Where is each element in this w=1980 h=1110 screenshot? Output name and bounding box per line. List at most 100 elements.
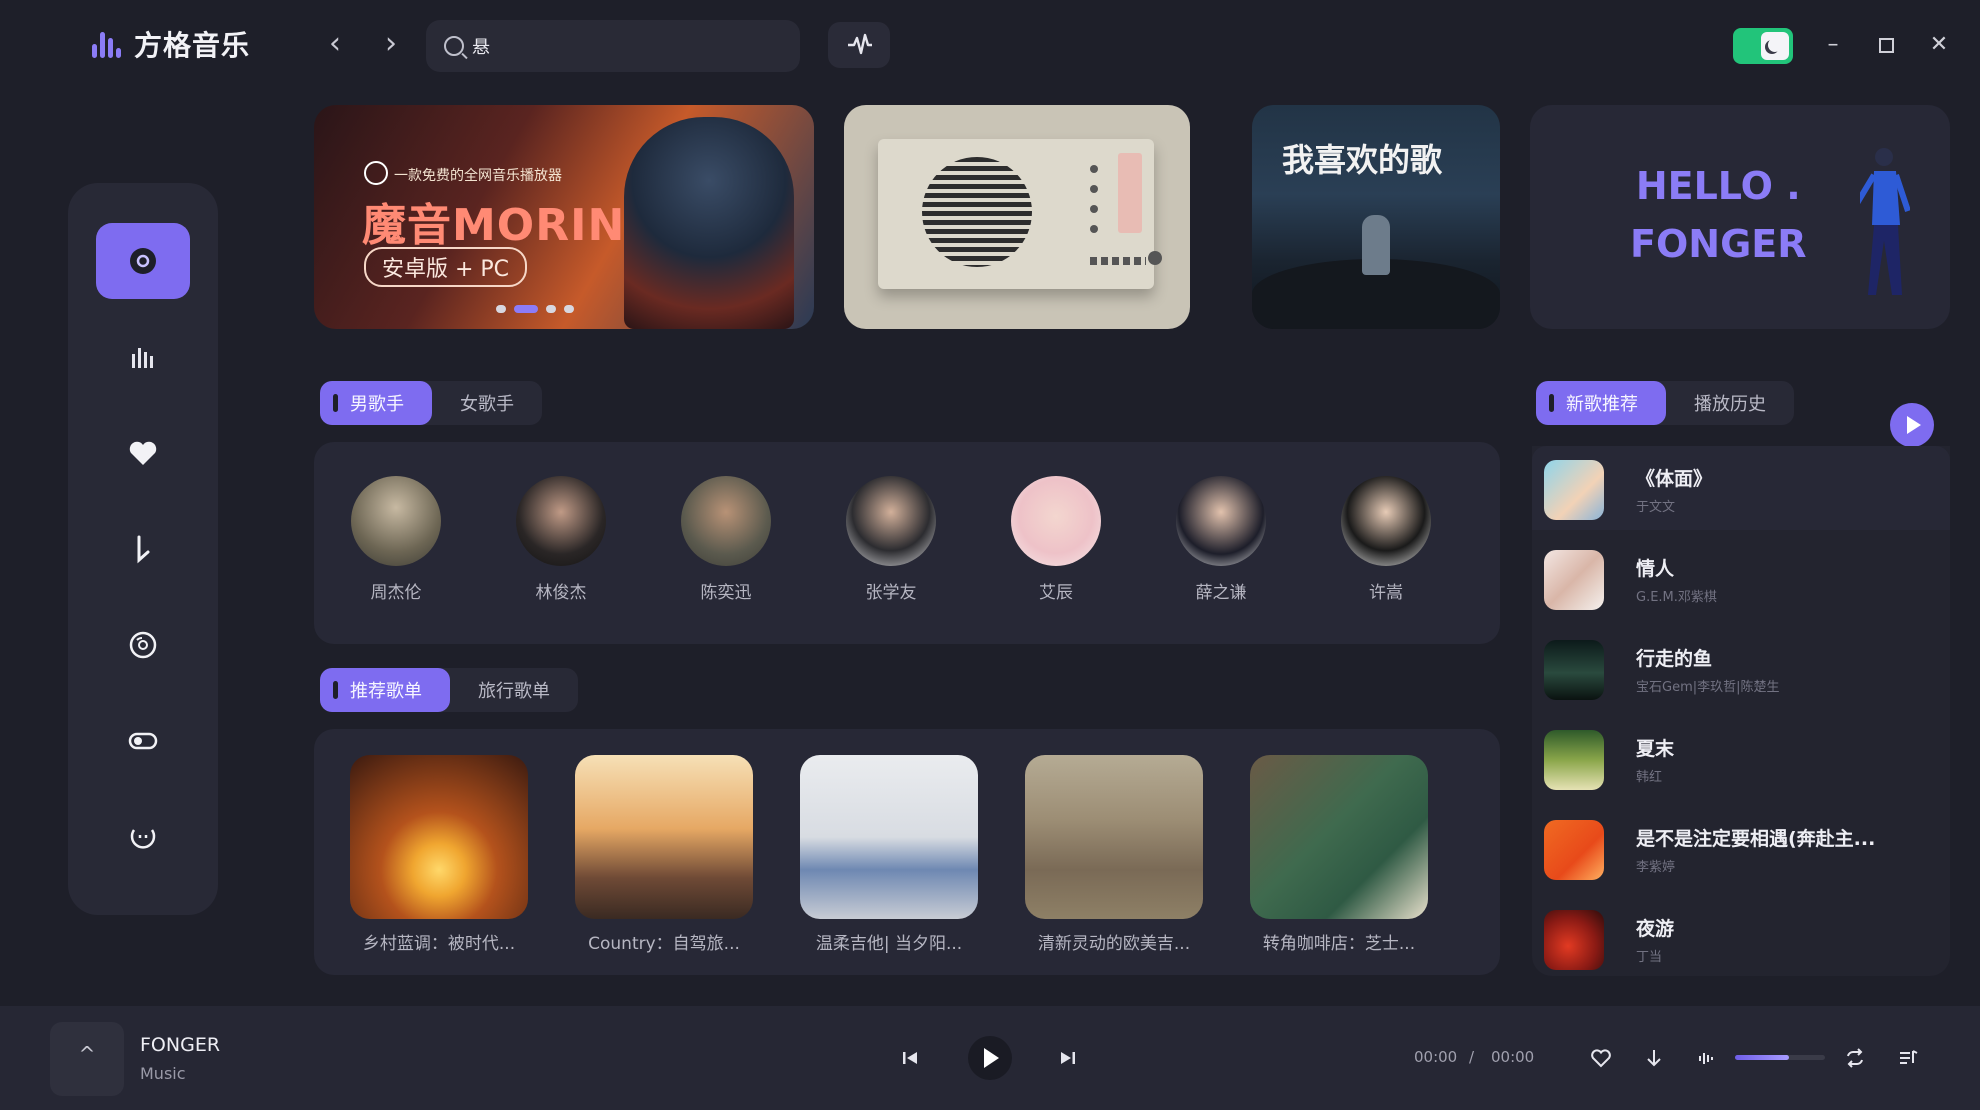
song-item[interactable]: 是不是注定要相遇(奔赴主... 李紫婷	[1532, 806, 1950, 890]
radio-image	[878, 139, 1162, 289]
logo-icon	[92, 26, 124, 62]
song-cover	[1544, 640, 1604, 700]
theme-toggle[interactable]	[1733, 28, 1793, 64]
volume-slider[interactable]	[1735, 1055, 1825, 1060]
sidebar-item-settings[interactable]	[96, 703, 190, 779]
sidebar-item-charts[interactable]	[96, 319, 190, 395]
artist-card[interactable]: 许嵩	[1331, 476, 1441, 603]
moon-icon	[1761, 32, 1789, 60]
carousel-dot[interactable]	[564, 305, 574, 313]
app-logo: 方格音乐	[92, 24, 250, 64]
back-arrow-icon[interactable]: ‹	[318, 28, 352, 62]
artist-avatar	[681, 476, 771, 566]
carousel-dot-active[interactable]	[514, 305, 538, 313]
expand-player-button[interactable]: ^	[50, 1022, 124, 1096]
heart-icon	[129, 441, 157, 465]
tab-travel-playlists[interactable]: 旅行歌单	[450, 668, 578, 712]
play-pause-button[interactable]	[968, 1036, 1012, 1080]
next-track-icon[interactable]	[1056, 1046, 1080, 1070]
artist-card[interactable]: 张学友	[836, 476, 946, 603]
artist-name: 陈奕迅	[700, 583, 752, 603]
playlist-card[interactable]: 转角咖啡店：芝士...	[1250, 755, 1428, 954]
artist-name: 薛之谦	[1195, 583, 1247, 603]
tab-play-history[interactable]: 播放历史	[1666, 381, 1794, 425]
banner-favorite-songs[interactable]: 我喜欢的歌	[1252, 105, 1500, 329]
playlist-cover	[1025, 755, 1203, 919]
artist-name: 艾辰	[1039, 583, 1073, 603]
song-artist: 韩红	[1636, 770, 1663, 785]
tab-new-songs[interactable]: 新歌推荐	[1536, 381, 1666, 425]
close-icon[interactable]: ✕	[1924, 30, 1954, 60]
favorite-songs-title: 我喜欢的歌	[1282, 141, 1443, 179]
artist-name: 林俊杰	[535, 583, 587, 603]
playlist-card[interactable]: Country：自驾旅...	[575, 755, 753, 954]
playlist-card[interactable]: 乡村蓝调：被时代...	[350, 755, 528, 954]
repeat-icon[interactable]	[1843, 1046, 1867, 1070]
song-title: 《体面》	[1636, 468, 1713, 490]
sidebar-item-favorites[interactable]	[96, 415, 190, 491]
total-time: 00:00	[1491, 1048, 1535, 1066]
song-cover	[1544, 550, 1604, 610]
playlist-card[interactable]: 温柔吉他| 当夕阳...	[800, 755, 978, 954]
sidebar	[68, 183, 218, 915]
artist-card[interactable]: 艾辰	[1001, 476, 1111, 603]
sidebar-item-discover[interactable]	[96, 223, 190, 299]
volume-icon[interactable]	[1695, 1046, 1719, 1070]
playlist-card[interactable]: 清新灵动的欧美吉...	[1025, 755, 1203, 954]
sidebar-item-local-music[interactable]	[96, 607, 190, 683]
playlist-name: 温柔吉他| 当夕阳...	[815, 934, 963, 954]
artist-card[interactable]: 陈奕迅	[671, 476, 781, 603]
listen-recognize-button[interactable]	[828, 22, 890, 68]
tab-female-singers[interactable]: 女歌手	[432, 381, 542, 425]
sidebar-item-downloads[interactable]	[96, 511, 190, 587]
song-item[interactable]: 情人 G.E.M.邓紫棋	[1532, 536, 1950, 620]
artist-name: 周杰伦	[370, 583, 422, 603]
search-input[interactable]	[470, 34, 774, 58]
playlist-name: Country：自驾旅...	[588, 934, 740, 954]
banner-hello-fonger[interactable]: HELLO . FONGER	[1530, 105, 1950, 329]
app-name: 方格音乐	[134, 29, 251, 62]
search-bar[interactable]	[426, 20, 800, 72]
carousel-dot[interactable]	[546, 305, 556, 313]
song-title: 行走的鱼	[1636, 648, 1713, 670]
sidebar-item-about[interactable]	[96, 799, 190, 875]
carousel-dots[interactable]	[496, 305, 574, 313]
player-bar: ^ FONGER Music 00:00 / 00:00	[0, 1006, 1980, 1110]
playlist-queue-icon[interactable]	[1896, 1046, 1920, 1070]
artist-name: 许嵩	[1369, 583, 1403, 603]
song-title: 夏末	[1636, 738, 1675, 760]
song-cover	[1544, 820, 1604, 880]
minimize-icon[interactable]: –	[1818, 30, 1848, 60]
artist-card[interactable]: 林俊杰	[506, 476, 616, 603]
maximize-icon[interactable]	[1871, 30, 1901, 60]
tab-male-singers[interactable]: 男歌手	[320, 381, 432, 425]
playlist-name: 清新灵动的欧美吉...	[1037, 934, 1191, 954]
app-window: 方格音乐 ‹ › – ✕	[0, 0, 1980, 1110]
tab-recommended-playlists[interactable]: 推荐歌单	[320, 668, 450, 712]
play-all-button[interactable]	[1890, 403, 1934, 447]
song-item[interactable]: 夜游 丁当	[1532, 896, 1950, 980]
walking-person-illustration	[1860, 148, 1910, 295]
bar-chart-icon	[132, 348, 153, 368]
previous-track-icon[interactable]	[898, 1046, 922, 1070]
download-arrow-icon[interactable]	[1642, 1046, 1666, 1070]
banner-morin[interactable]: 一款免费的全网音乐播放器 魔音MORIN 安卓版 + PC	[314, 105, 814, 329]
song-item[interactable]: 夏末 韩红	[1532, 716, 1950, 800]
artist-name: 张学友	[865, 583, 917, 603]
carousel-dot[interactable]	[496, 305, 506, 313]
artist-avatar	[516, 476, 606, 566]
song-item[interactable]: 行走的鱼 宝石Gem|李玖哲|陈楚生	[1532, 626, 1950, 710]
banner-title: 魔音MORIN	[362, 200, 626, 251]
like-heart-icon[interactable]	[1589, 1046, 1613, 1070]
banner-radio[interactable]	[844, 105, 1190, 329]
song-title: 是不是注定要相遇(奔赴主...	[1636, 828, 1876, 850]
forward-arrow-icon[interactable]: ›	[374, 28, 408, 62]
playlist-cover	[350, 755, 528, 919]
song-item[interactable]: 《体面》 于文文	[1532, 446, 1950, 530]
artist-avatar	[846, 476, 936, 566]
artist-card[interactable]: 薛之谦	[1166, 476, 1276, 603]
artists-panel: 周杰伦 林俊杰 陈奕迅 张学友 艾辰 薛之谦 许嵩	[314, 442, 1500, 644]
artist-card[interactable]: 周杰伦	[341, 476, 451, 603]
song-artist: 宝石Gem|李玖哲|陈楚生	[1636, 680, 1780, 695]
artist-avatar	[1176, 476, 1266, 566]
